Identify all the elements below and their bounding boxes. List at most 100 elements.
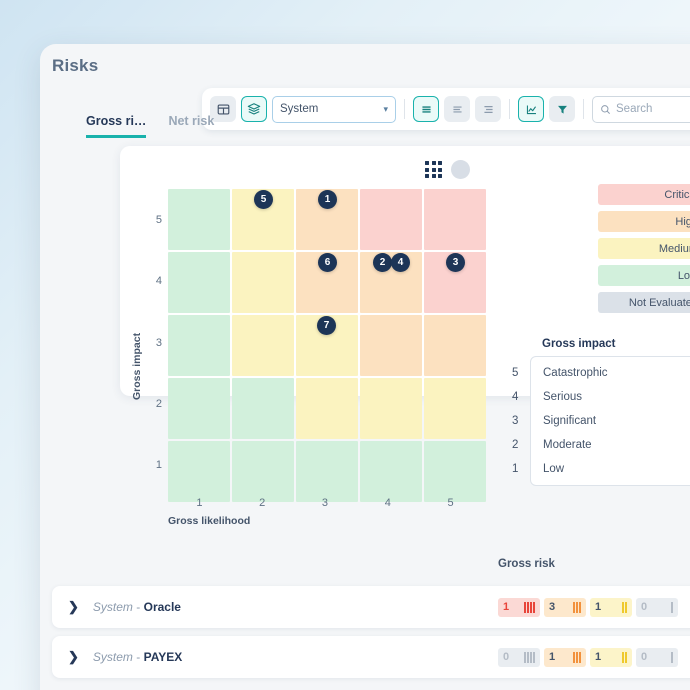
risk-count-value: 3 (549, 601, 555, 613)
filter-button[interactable] (549, 96, 575, 122)
search-input[interactable]: Search (592, 96, 690, 123)
list-item[interactable]: ❯System - Oracle1310 (52, 586, 690, 628)
risk-count-value: 0 (641, 651, 647, 663)
impact-scale-number: 4 (512, 391, 518, 403)
risk-count-badge[interactable]: 0 (636, 648, 678, 667)
legend-item[interactable]: Low (598, 265, 690, 286)
list-item-label: System - PAYEX (93, 650, 182, 664)
density-medium-button[interactable] (444, 96, 470, 122)
impact-scale-label: Moderate (531, 439, 592, 451)
heatmap-cell[interactable] (360, 315, 422, 376)
tab-net-risk[interactable]: Net risk (168, 114, 214, 138)
line-chart-icon (525, 103, 538, 116)
search-placeholder-text: Search (616, 103, 652, 115)
risk-count-badge[interactable]: 3 (544, 598, 586, 617)
heatmap-cell[interactable] (296, 378, 358, 439)
chevron-down-icon: ▾ (383, 104, 388, 115)
risk-count-badge[interactable]: 1 (498, 598, 540, 617)
risk-marker[interactable]: 7 (317, 316, 336, 335)
impact-scale-wrap: 5Catastrophic4Serious3Significant2Modera… (530, 356, 690, 486)
heatmap-cell[interactable] (232, 252, 294, 313)
page-title: Risks (52, 56, 98, 76)
risk-level-bars (573, 652, 581, 663)
risk-count-badge[interactable]: 1 (590, 598, 632, 617)
list-item[interactable]: ❯System - PAYEX0110 (52, 636, 690, 678)
dots-grid-icon[interactable] (425, 161, 442, 178)
heatmap-cell[interactable] (168, 441, 230, 502)
list-item-separator: - (136, 650, 140, 664)
risk-level-bars (622, 602, 627, 613)
x-tick: 3 (294, 497, 357, 509)
x-tick: 1 (168, 497, 231, 509)
impact-scale-label: Low (531, 463, 564, 475)
circle-avatar-icon[interactable] (451, 160, 470, 179)
toolbar-divider-2 (509, 99, 510, 119)
impact-scale-row: 5Catastrophic (531, 361, 690, 385)
layers-icon (247, 102, 261, 116)
impact-scale-title: Gross impact (542, 338, 690, 350)
heatmap-cell[interactable] (168, 189, 230, 250)
toolbar-divider-1 (404, 99, 405, 119)
risk-marker[interactable]: 3 (446, 253, 465, 272)
chart-tabs: Gross ri… Net risk (86, 114, 214, 138)
y-tick: 3 (148, 312, 162, 373)
x-axis-title: Gross likelihood (168, 515, 250, 527)
list-medium-icon (451, 103, 464, 116)
heatmap-cell[interactable] (296, 441, 358, 502)
heatmap-cell[interactable] (232, 441, 294, 502)
density-dense-button[interactable] (413, 96, 439, 122)
heatmap-cell[interactable] (232, 315, 294, 376)
heatmap-cell[interactable] (424, 441, 486, 502)
risk-count-badge[interactable]: 1 (590, 648, 632, 667)
risk-marker[interactable]: 2 (373, 253, 392, 272)
heatmap-cell[interactable] (168, 315, 230, 376)
risk-count-value: 1 (549, 651, 555, 663)
heatmap-cell[interactable] (360, 441, 422, 502)
risk-marker[interactable]: 5 (254, 190, 273, 209)
list-column-header: Gross risk (498, 558, 555, 570)
search-icon (600, 104, 611, 115)
list-dense-icon (420, 103, 433, 116)
risk-marker[interactable]: 6 (318, 253, 337, 272)
heatmap-cell[interactable] (424, 189, 486, 250)
impact-scale-number: 1 (512, 463, 518, 475)
heatmap-cell[interactable] (232, 378, 294, 439)
system-select[interactable]: System ▾ (272, 96, 396, 123)
risk-count-badge[interactable]: 1 (544, 648, 586, 667)
legend-item[interactable]: High (598, 211, 690, 232)
risk-count-badge[interactable]: 0 (636, 598, 678, 617)
chart-view-button[interactable] (518, 96, 544, 122)
layers-view-button[interactable] (241, 96, 267, 122)
impact-scale-row: 1Low (531, 457, 690, 481)
impact-scale-row: 2Moderate (531, 433, 690, 457)
heatmap-cell[interactable] (168, 378, 230, 439)
impact-scale-label: Significant (531, 415, 596, 427)
heatmap-cell[interactable] (360, 378, 422, 439)
chevron-right-icon[interactable]: ❯ (68, 649, 79, 665)
risk-marker[interactable]: 4 (391, 253, 410, 272)
tab-gross-risk[interactable]: Gross ri… (86, 114, 146, 138)
impact-scale-number: 2 (512, 439, 518, 451)
risk-count-badge[interactable]: 0 (498, 648, 540, 667)
legend-item[interactable]: Medium (598, 238, 690, 259)
chart-header-icons (425, 160, 470, 179)
risk-count-value: 0 (641, 601, 647, 613)
risk-level-bars (671, 652, 673, 663)
heatmap-cell[interactable] (424, 315, 486, 376)
list-item-separator: - (136, 600, 140, 614)
risk-badges: 0110 (498, 648, 678, 667)
impact-scale-box: 5Catastrophic4Serious3Significant2Modera… (530, 356, 690, 486)
density-comfort-button[interactable] (475, 96, 501, 122)
table-icon (217, 103, 230, 116)
impact-scale-number: 5 (512, 367, 518, 379)
legend-item[interactable]: Not Evaluated (598, 292, 690, 313)
legend-item[interactable]: Critical (598, 184, 690, 205)
heatmap-cell[interactable] (360, 189, 422, 250)
impact-scale-panel: Gross impact 5Catastrophic4Serious3Signi… (530, 338, 690, 486)
chevron-right-icon[interactable]: ❯ (68, 599, 79, 615)
heatmap-cell[interactable] (424, 378, 486, 439)
risk-level-bars (524, 652, 535, 663)
y-tick: 1 (148, 435, 162, 496)
heatmap-cell[interactable] (168, 252, 230, 313)
risk-marker[interactable]: 1 (318, 190, 337, 209)
